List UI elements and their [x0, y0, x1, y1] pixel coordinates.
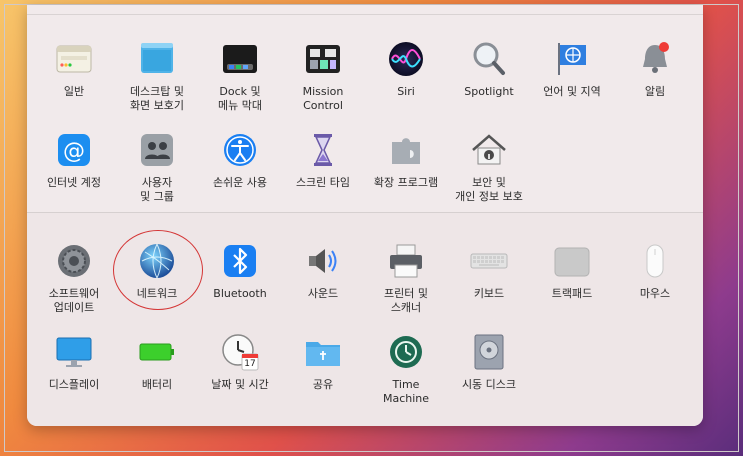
pref-time-machine-label: Time Machine	[382, 378, 430, 405]
pref-startup-disk-label: 시동 디스크	[461, 378, 517, 391]
clock-icon: 17	[220, 332, 260, 372]
pref-security-label: 보안 및 개인 정보 보호	[455, 176, 523, 203]
pref-sharing-label: 공유	[312, 378, 334, 391]
pref-internet-label: 인터넷 계정	[46, 176, 102, 189]
pref-extensions[interactable]: 확장 프로그램	[363, 130, 449, 190]
pref-bluetooth-label: Bluetooth	[213, 287, 267, 300]
keyboard-icon	[469, 241, 509, 281]
pref-software-update-label: 소프트웨어 업데이트	[48, 287, 100, 314]
pref-notifications-label: 알림	[644, 85, 666, 98]
pref-general[interactable]: 일반	[31, 39, 117, 99]
pref-software-update[interactable]: 소프트웨어 업데이트	[31, 241, 117, 315]
pref-battery[interactable]: 배터리	[114, 332, 200, 392]
pref-mouse-label: 마우스	[639, 287, 671, 300]
pref-dock-menubar[interactable]: Dock 및 메뉴 막대	[197, 39, 283, 113]
trackpad-icon	[552, 241, 592, 281]
pref-accessibility-label: 손쉬운 사용	[212, 176, 268, 189]
pref-trackpad[interactable]: 트랙패드	[529, 241, 615, 301]
speaker-icon	[303, 241, 343, 281]
siri-icon	[386, 39, 426, 79]
section-separator	[27, 212, 703, 213]
disk-icon	[469, 332, 509, 372]
pref-security-privacy[interactable]: 보안 및 개인 정보 보호	[446, 130, 532, 204]
pref-screen-time-label: 스크린 타임	[295, 176, 351, 189]
mission-control-icon	[303, 39, 343, 79]
general-icon	[54, 39, 94, 79]
pref-mission-control[interactable]: Mission Control	[280, 39, 366, 113]
pref-battery-label: 배터리	[141, 378, 173, 391]
pref-siri-label: Siri	[397, 85, 415, 98]
bluetooth-icon	[220, 241, 260, 281]
pref-keyboard[interactable]: 키보드	[446, 241, 532, 301]
pref-dock-label: Dock 및 메뉴 막대	[218, 85, 262, 112]
pref-desktop-label: 데스크탑 및 화면 보호기	[129, 85, 185, 112]
pref-desktop-screensaver[interactable]: 데스크탑 및 화면 보호기	[114, 39, 200, 113]
gear-icon	[54, 241, 94, 281]
house-lock-icon	[469, 130, 509, 170]
pref-bluetooth[interactable]: Bluetooth	[197, 241, 283, 301]
pref-sound[interactable]: 사운드	[280, 241, 366, 301]
pref-printers-scanners[interactable]: 프린터 및 스캐너	[363, 241, 449, 315]
pref-mission-label: Mission Control	[302, 85, 344, 112]
calendar-day-number: 17	[244, 359, 256, 369]
pref-spotlight[interactable]: Spotlight	[446, 39, 532, 99]
pref-mouse[interactable]: 마우스	[612, 241, 698, 301]
svg-text:@: @	[63, 139, 85, 164]
system-preferences-window: 일반 데스크탑 및 화면 보호기 Dock 및 메뉴 막대 Mission Co…	[27, 5, 703, 426]
mouse-icon	[635, 241, 675, 281]
dock-icon	[220, 39, 260, 79]
pref-siri[interactable]: Siri	[363, 39, 449, 99]
pref-accessibility[interactable]: 손쉬운 사용	[197, 130, 283, 190]
network-highlight-circle	[113, 230, 203, 310]
pref-date-time[interactable]: 17 날짜 및 시간	[197, 332, 283, 392]
hourglass-icon	[303, 130, 343, 170]
printer-icon	[386, 241, 426, 281]
desktop-icon	[137, 39, 177, 79]
pref-date-time-label: 날짜 및 시간	[211, 378, 269, 391]
pref-startup-disk[interactable]: 시동 디스크	[446, 332, 532, 392]
bell-icon	[635, 39, 675, 79]
pref-internet-accounts[interactable]: @ 인터넷 계정	[31, 130, 117, 190]
at-icon: @	[54, 130, 94, 170]
pref-sound-label: 사운드	[307, 287, 339, 300]
pref-printers-label: 프린터 및 스캐너	[384, 287, 428, 314]
top-separator	[27, 14, 703, 15]
folder-icon	[303, 332, 343, 372]
pref-screen-time[interactable]: 스크린 타임	[280, 130, 366, 190]
accessibility-icon	[220, 130, 260, 170]
pref-language-label: 언어 및 지역	[543, 85, 601, 98]
pref-language-region[interactable]: 언어 및 지역	[529, 39, 615, 99]
flag-globe-icon	[552, 39, 592, 79]
pref-keyboard-label: 키보드	[473, 287, 505, 300]
users-icon	[137, 130, 177, 170]
display-icon	[54, 332, 94, 372]
pref-time-machine[interactable]: Time Machine	[363, 332, 449, 406]
pref-spotlight-label: Spotlight	[464, 85, 514, 98]
battery-icon	[137, 332, 177, 372]
time-machine-icon	[386, 332, 426, 372]
pref-displays-label: 디스플레이	[48, 378, 100, 391]
pref-notifications[interactable]: 알림	[612, 39, 698, 99]
pref-displays[interactable]: 디스플레이	[31, 332, 117, 392]
pref-users-label: 사용자 및 그룹	[140, 176, 174, 203]
pref-trackpad-label: 트랙패드	[551, 287, 593, 300]
puzzle-icon	[386, 130, 426, 170]
pref-general-label: 일반	[63, 85, 85, 98]
spotlight-icon	[469, 39, 509, 79]
pref-users-groups[interactable]: 사용자 및 그룹	[114, 130, 200, 204]
pref-extensions-label: 확장 프로그램	[373, 176, 439, 189]
pref-sharing[interactable]: 공유	[280, 332, 366, 392]
